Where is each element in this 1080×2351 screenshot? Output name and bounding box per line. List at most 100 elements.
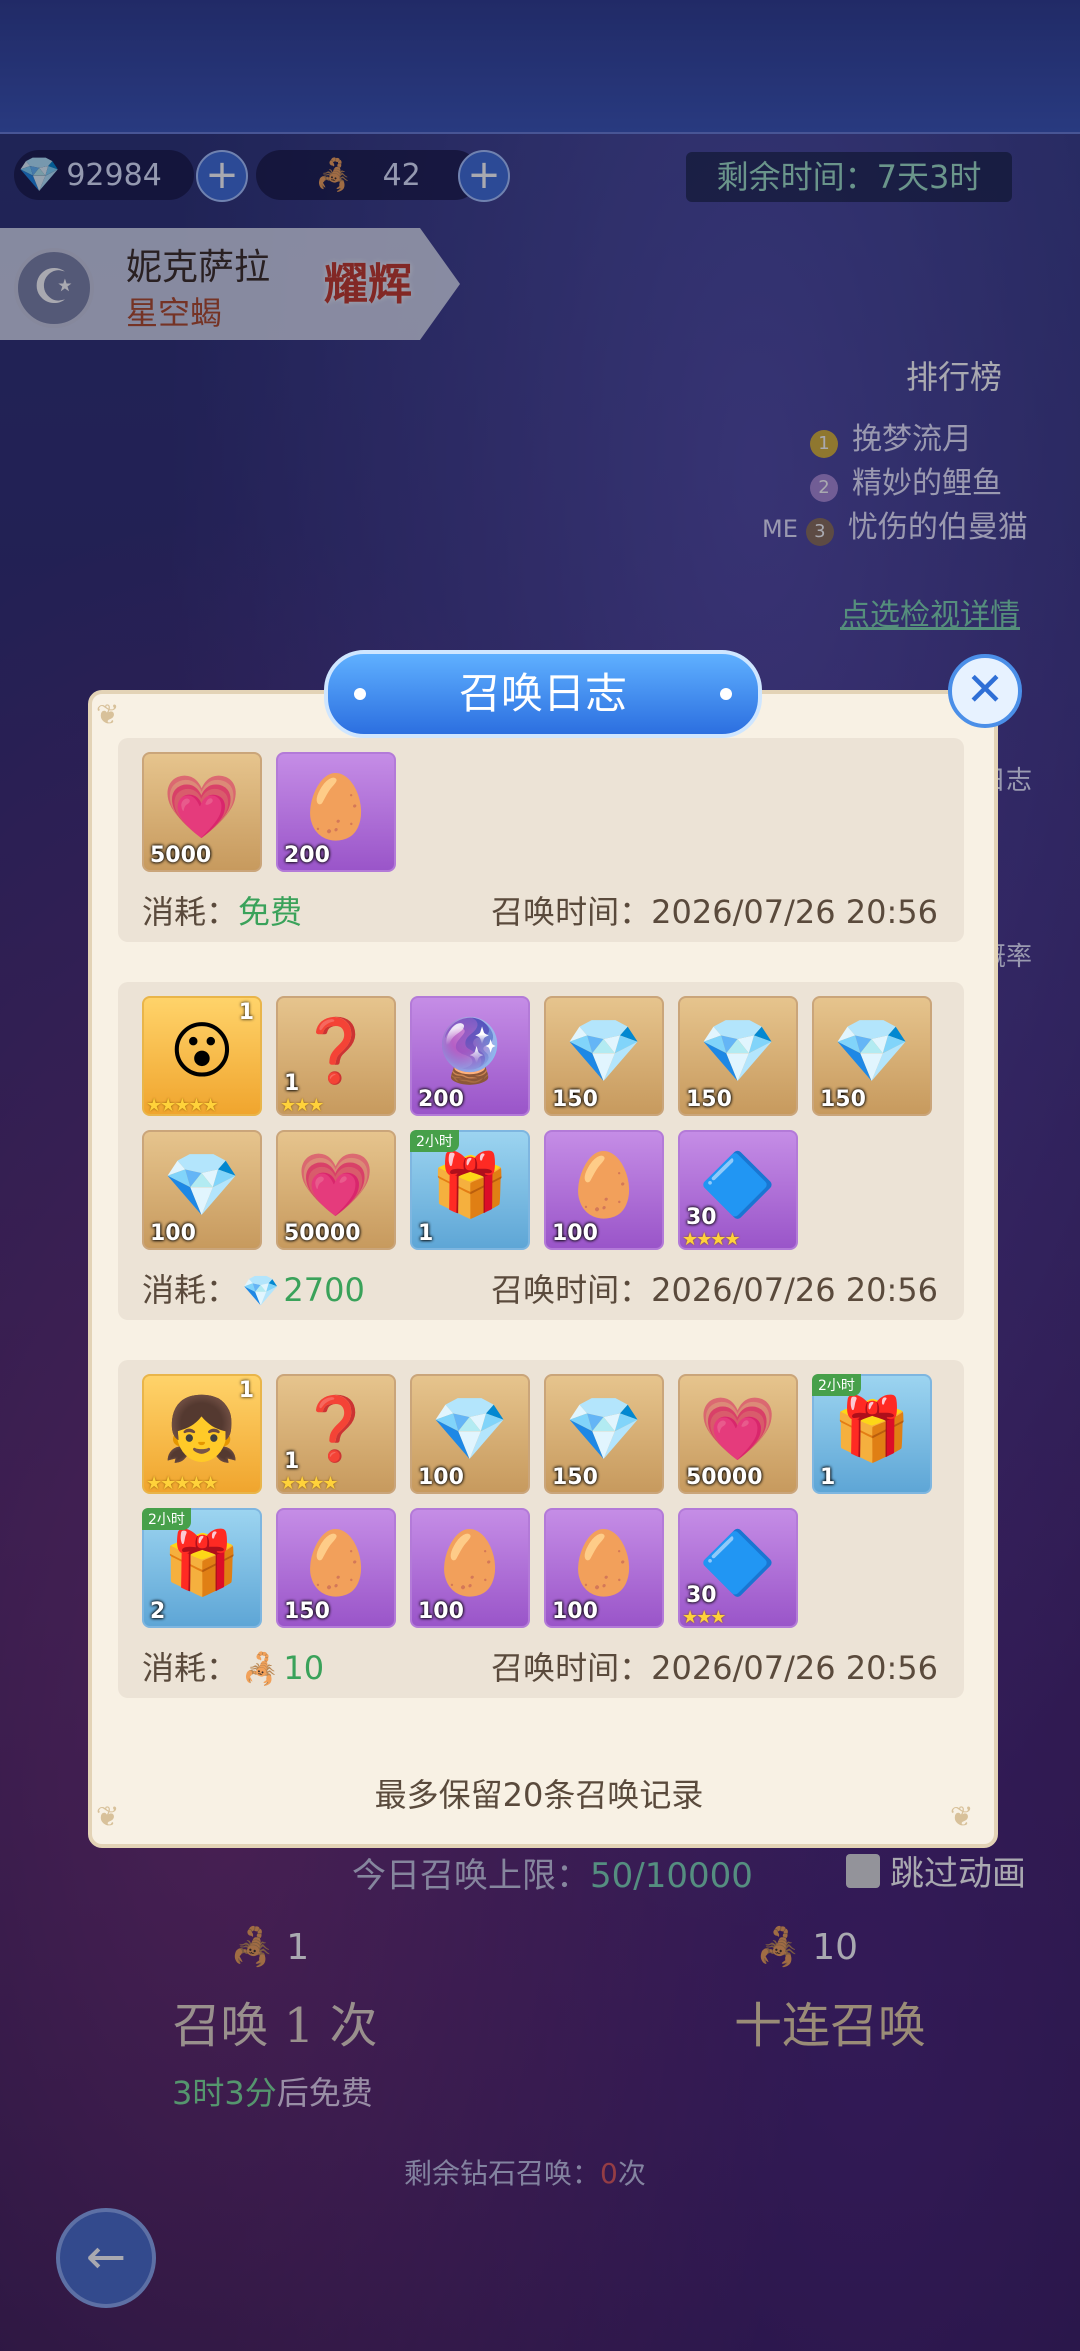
item-level: 1 (238, 1000, 254, 1025)
reward-item[interactable]: 🎁 2小时 1 (410, 1130, 530, 1250)
reward-item[interactable]: 💗 50000 (276, 1130, 396, 1250)
summon-record: 💗 5000 🥚 200 消耗：免费 召唤时间：2026/07/26 20:56 (118, 738, 964, 942)
reward-item[interactable]: 💎 150 (544, 1374, 664, 1494)
treasure-chest-icon: 🎁 (833, 1392, 911, 1465)
time-value: 2026/07/26 20:56 (651, 1271, 938, 1309)
cost-info: 消耗：免费 (142, 887, 302, 933)
item-quantity: 1 (418, 1221, 434, 1246)
reward-item[interactable]: 🔷 ★★★★ 30 (678, 1130, 798, 1250)
max-records-note: 最多保留20条召唤记录 (374, 1776, 704, 1814)
reward-item[interactable]: 💎 150 (812, 996, 932, 1116)
item-quantity: 30 (686, 1583, 717, 1608)
cost-info: 消耗： 💎 2700 (142, 1265, 365, 1311)
corner-ornament: ❦ (96, 698, 120, 731)
crystal-icon: 💎 (163, 1148, 241, 1221)
reward-item[interactable]: 🎁 2小时 2 (142, 1508, 262, 1628)
reward-item[interactable]: 💗 5000 (142, 752, 262, 872)
item-quantity: 30 (686, 1205, 717, 1230)
crystal-icon: 💎 (431, 1392, 509, 1465)
item-quantity: 1 (820, 1465, 836, 1490)
dialog-title: 召唤日志 (324, 650, 762, 738)
reward-item[interactable]: 🔷 ★★★ 30 (678, 1508, 798, 1628)
duration-tag: 2小时 (812, 1374, 861, 1396)
star-rating: ★★★ (280, 1095, 324, 1116)
item-quantity: 5000 (150, 843, 212, 868)
item-quantity: 100 (150, 1221, 196, 1246)
crystal-icon: 💎 (565, 1014, 643, 1087)
item-quantity: 50000 (686, 1465, 763, 1490)
reward-item[interactable]: 🥚 100 (544, 1508, 664, 1628)
item-level: 1 (238, 1378, 254, 1403)
record-meta: 消耗： 💎 2700 召唤时间：2026/07/26 20:56 (142, 1266, 954, 1310)
treasure-chest-icon: 🎁 (431, 1148, 509, 1221)
crystal-icon: 💎 (833, 1014, 911, 1087)
item-quantity: 2 (150, 1599, 166, 1624)
character-portrait-icon: 😮 (169, 1014, 235, 1087)
golden-egg-icon: 🥚 (565, 1148, 643, 1221)
reward-item[interactable]: 💎 150 (544, 996, 664, 1116)
scorpion-icon: 🦂 (242, 1652, 280, 1687)
golden-egg-icon: 🥚 (297, 1526, 375, 1599)
title-ornament (354, 688, 366, 700)
star-rating: ★★★★ (280, 1473, 339, 1494)
reward-item[interactable]: ❓ ★★★ 1 (276, 996, 396, 1116)
reward-grid: 💗 5000 🥚 200 (142, 752, 962, 872)
cost-label: 消耗： (142, 893, 239, 931)
exp-heart-icon: 💗 (699, 1392, 777, 1465)
cost-label: 消耗： (142, 1649, 239, 1687)
crystal-icon: 💎 (242, 1274, 280, 1309)
golden-egg-icon: 🥚 (297, 770, 375, 843)
reward-item[interactable]: 🥚 100 (410, 1508, 530, 1628)
character-portrait-icon: 👧 (163, 1392, 241, 1465)
cost-label: 消耗： (142, 1271, 239, 1309)
reward-item[interactable]: 👧 1 ★★★★★ (142, 1374, 262, 1494)
reward-item[interactable]: 🥚 100 (544, 1130, 664, 1250)
summon-time: 召唤时间：2026/07/26 20:56 (491, 1265, 938, 1311)
reward-item[interactable]: 🎁 2小时 1 (812, 1374, 932, 1494)
cost-value: 2700 (283, 1271, 365, 1309)
crystal-icon: 💎 (565, 1392, 643, 1465)
close-icon: ✕ (965, 662, 1005, 716)
duration-tag: 2小时 (142, 1508, 191, 1530)
golden-egg-icon: 🥚 (431, 1526, 509, 1599)
summon-record: 👧 1 ★★★★★ ❓ ★★★★ 1 💎 100 💎 150 💗 50000 🎁 2小时 1 🎁 2小时 2 🥚 15… (118, 1360, 964, 1698)
item-quantity: 1 (284, 1071, 300, 1096)
exp-heart-icon: 💗 (297, 1148, 375, 1221)
dialog-title-text: 召唤日志 (458, 669, 627, 718)
summon-record-list[interactable]: 💗 5000 🥚 200 消耗：免费 召唤时间：2026/07/26 20:56 😮 1 ★★★… (118, 738, 964, 1736)
cost-info: 消耗： 🦂 10 (142, 1643, 324, 1689)
record-meta: 消耗： 🦂 10 召唤时间：2026/07/26 20:56 (142, 1644, 954, 1688)
star-rating: ★★★★ (682, 1229, 741, 1250)
item-quantity: 100 (552, 1599, 598, 1624)
item-quantity: 150 (686, 1087, 732, 1112)
star-orb-icon: 🔮 (431, 1014, 509, 1087)
star-rating: ★★★★★ (146, 1473, 219, 1494)
summon-time: 召唤时间：2026/07/26 20:56 (491, 1643, 938, 1689)
reward-item[interactable]: 🔮 200 (410, 996, 530, 1116)
reward-item[interactable]: 🥚 200 (276, 752, 396, 872)
star-rating: ★★★★★ (146, 1095, 219, 1116)
reward-item[interactable]: 😮 1 ★★★★★ (142, 996, 262, 1116)
reward-item[interactable]: 🥚 150 (276, 1508, 396, 1628)
time-label: 召唤时间： (491, 1649, 652, 1687)
cost-value: 免费 (238, 893, 303, 931)
item-quantity: 1 (284, 1449, 300, 1474)
reward-item[interactable]: 💎 100 (142, 1130, 262, 1250)
treasure-chest-icon: 🎁 (163, 1526, 241, 1599)
summon-record: 😮 1 ★★★★★ ❓ ★★★ 1 🔮 200 💎 150 💎 150 💎 150 💎 100 💗 50000 🎁 2… (118, 982, 964, 1320)
title-ornament (720, 688, 732, 700)
reward-item[interactable]: 💎 100 (410, 1374, 530, 1494)
duration-tag: 2小时 (410, 1130, 459, 1152)
reward-item[interactable]: 💗 50000 (678, 1374, 798, 1494)
record-meta: 消耗：免费 召唤时间：2026/07/26 20:56 (142, 888, 954, 932)
reward-grid: 👧 1 ★★★★★ ❓ ★★★★ 1 💎 100 💎 150 💗 50000 🎁 2小时 1 🎁 2小时 2 🥚 15… (142, 1374, 962, 1628)
close-button[interactable]: ✕ (948, 654, 1022, 728)
time-label: 召唤时间： (491, 1271, 652, 1309)
item-quantity: 150 (552, 1087, 598, 1112)
reward-item[interactable]: 💎 150 (678, 996, 798, 1116)
item-quantity: 200 (418, 1087, 464, 1112)
reward-item[interactable]: ❓ ★★★★ 1 (276, 1374, 396, 1494)
item-quantity: 150 (820, 1087, 866, 1112)
time-label: 召唤时间： (491, 893, 652, 931)
summon-time: 召唤时间：2026/07/26 20:56 (491, 887, 938, 933)
